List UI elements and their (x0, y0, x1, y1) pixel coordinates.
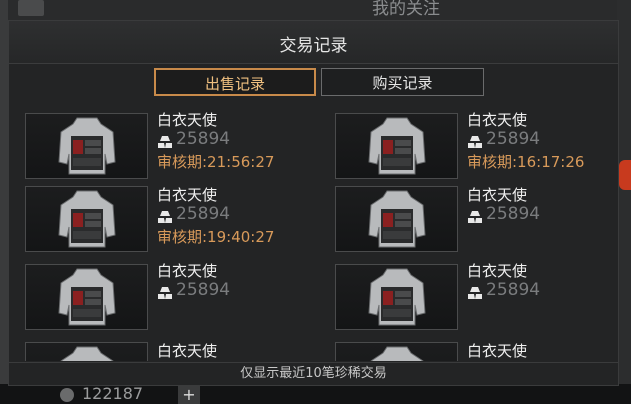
item-thumbnail[interactable] (25, 264, 148, 330)
gold-bars-icon (158, 136, 172, 148)
body-armor-vest-icon (60, 346, 114, 361)
dialog-title: 交易记录 (279, 36, 348, 56)
body-armor-vest-icon (58, 268, 116, 326)
currency-balance: 122187 (82, 384, 144, 403)
item-name: 白衣天使 (157, 111, 218, 129)
background-button[interactable] (18, 0, 44, 16)
add-currency-button[interactable]: + (178, 386, 200, 404)
item-price: 25894 (486, 204, 541, 224)
currency-icon (60, 388, 74, 402)
item-thumbnail[interactable] (335, 264, 458, 330)
body-armor-vest-icon (368, 117, 426, 175)
item-thumbnail[interactable] (335, 186, 458, 252)
item-price: 25894 (486, 280, 541, 300)
footer-note: 仅显示最近10笔珍稀交易 (240, 366, 387, 381)
item-name: 白衣天使 (157, 342, 218, 360)
body-armor-vest-icon (368, 190, 426, 248)
item-name: 白衣天使 (157, 186, 218, 204)
item-price: 25894 (176, 280, 231, 300)
item-price: 25894 (176, 204, 231, 224)
tab-buy-records[interactable]: 购买记录 (321, 68, 484, 96)
gold-bars-icon (158, 211, 172, 223)
body-armor-vest-icon (368, 268, 426, 326)
gold-bars-icon (158, 287, 172, 299)
my-follows-label[interactable]: 我的关注 (372, 0, 440, 19)
review-timer: 审核期:19:40:27 (157, 228, 275, 246)
background-left-edge (0, 0, 8, 404)
gold-bars-icon (468, 287, 482, 299)
body-armor-vest-icon (58, 190, 116, 248)
item-price: 25894 (176, 129, 231, 149)
tab-sale-records[interactable]: 出售记录 (154, 68, 316, 96)
item-name: 白衣天使 (467, 186, 528, 204)
dialog-header: 交易记录 (9, 21, 618, 64)
item-name: 白衣天使 (467, 262, 528, 280)
body-armor-vest-icon (370, 346, 424, 361)
item-thumbnail[interactable] (25, 113, 148, 179)
item-thumbnail[interactable] (335, 113, 458, 179)
item-thumbnail[interactable] (25, 186, 148, 252)
item-name: 白衣天使 (467, 111, 528, 129)
review-timer: 审核期:16:17:26 (467, 153, 585, 171)
item-thumbnail[interactable] (335, 342, 458, 361)
records-list[interactable]: 白衣天使 25894 审核期:21:56:27 白衣天使 25894 审核期:1… (9, 111, 618, 361)
background-right-edge (617, 0, 631, 404)
item-name: 白衣天使 (467, 342, 528, 360)
item-name: 白衣天使 (157, 262, 218, 280)
item-thumbnail[interactable] (25, 342, 148, 361)
gold-bars-icon (468, 211, 482, 223)
review-timer: 审核期:21:56:27 (157, 153, 275, 171)
item-price: 25894 (486, 129, 541, 149)
trade-records-dialog: 交易记录 出售记录 购买记录 白衣天使 25894 审核期:21:56:27 白… (8, 20, 619, 386)
body-armor-vest-icon (58, 117, 116, 175)
notification-badge-icon (619, 160, 631, 190)
gold-bars-icon (468, 136, 482, 148)
